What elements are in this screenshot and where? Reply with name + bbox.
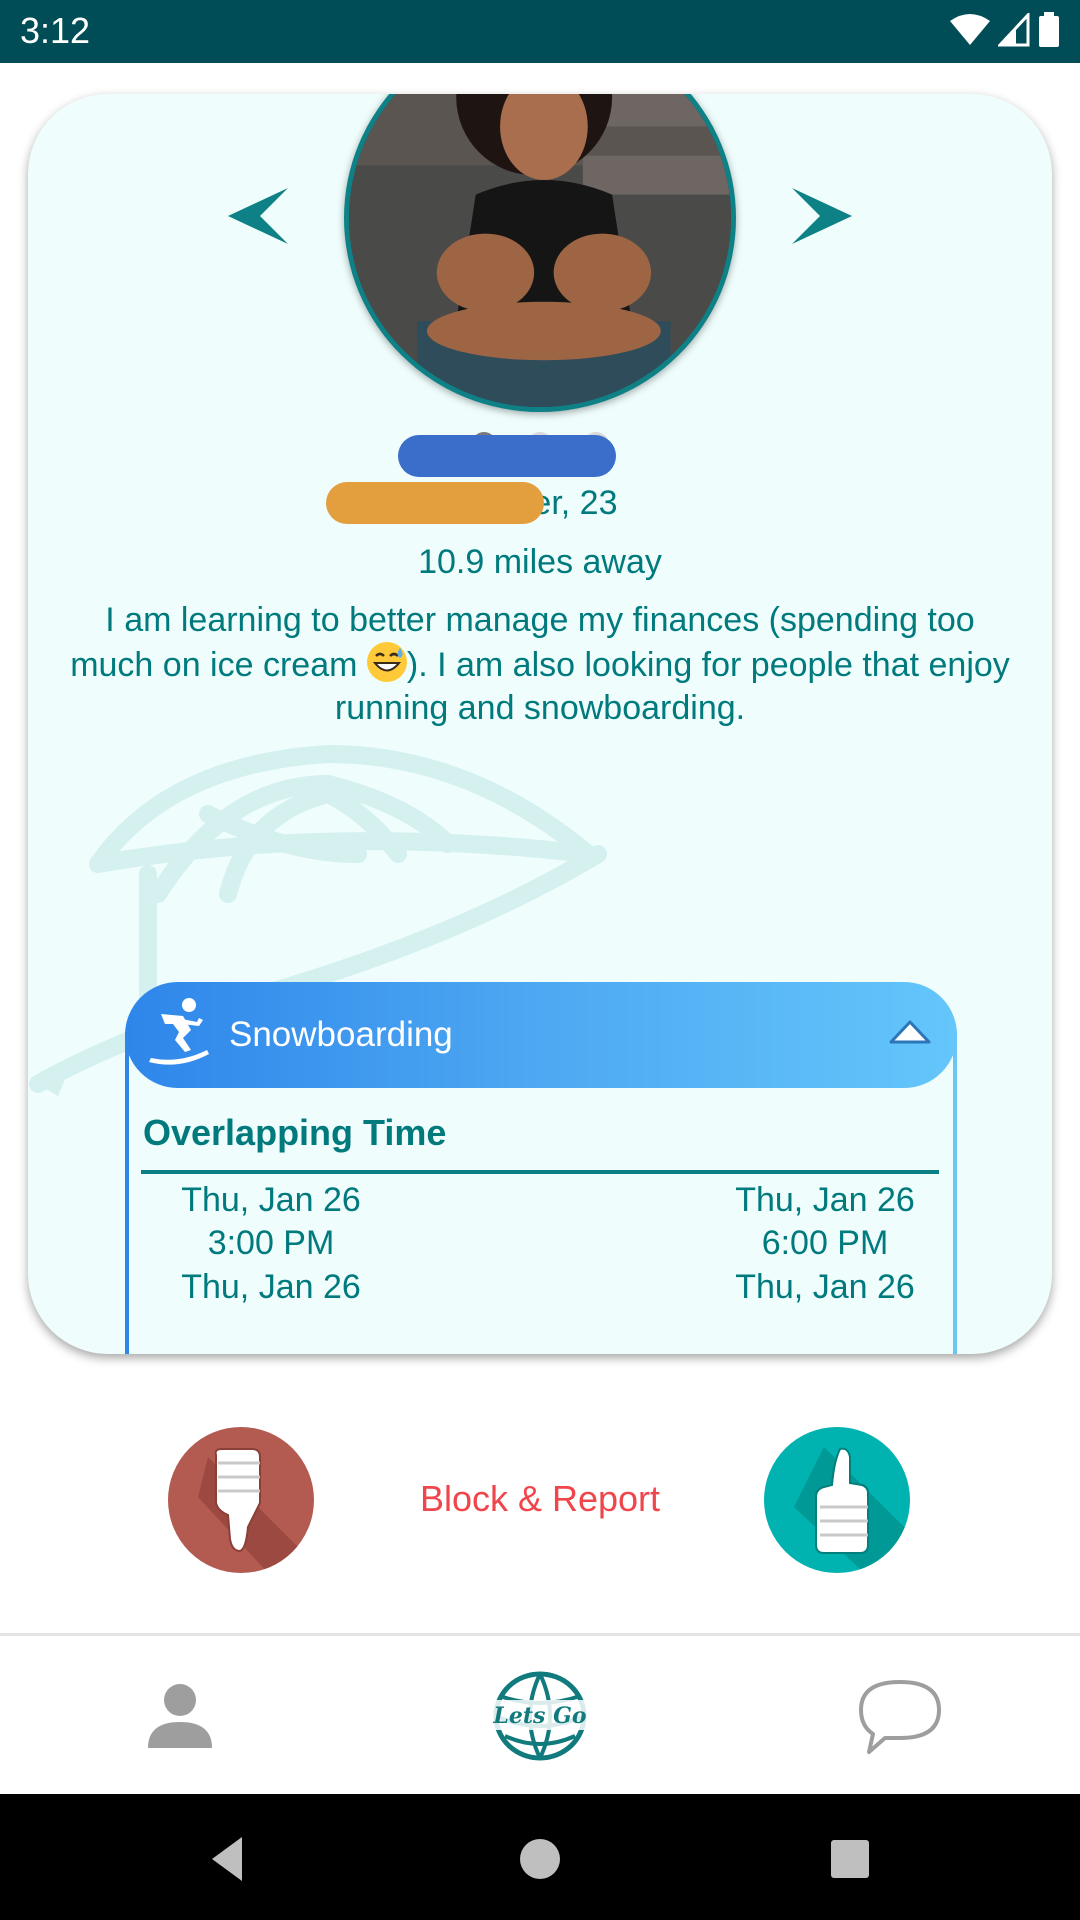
collapse-chevron-up-icon[interactable] bbox=[885, 1012, 935, 1052]
activity-panel: Snowboarding Overlapping Time Thu, Jan 2… bbox=[125, 982, 957, 1354]
time-row-1-start: Thu, Jan 26 3:00 PM bbox=[161, 1179, 381, 1265]
status-bar: 3:12 bbox=[0, 0, 1080, 63]
profile-photo-image bbox=[349, 94, 731, 407]
thumbs-up-icon bbox=[794, 1447, 910, 1573]
nav-chat[interactable] bbox=[845, 1666, 955, 1766]
overlap-divider bbox=[141, 1170, 939, 1174]
time-row-1-end: Thu, Jan 26 6:00 PM bbox=[715, 1179, 935, 1265]
start-date: Thu, Jan 26 bbox=[181, 1181, 361, 1219]
start-time: 3:00 PM bbox=[207, 1224, 335, 1262]
thumbs-down-icon bbox=[198, 1448, 314, 1573]
overlapping-time-heading: Overlapping Time bbox=[143, 1112, 447, 1153]
system-recents-icon[interactable] bbox=[820, 1829, 880, 1889]
nav-lets-go[interactable]: Lets Go bbox=[485, 1666, 595, 1766]
next-photo-arrow-icon[interactable] bbox=[790, 184, 854, 248]
previous-photo-arrow-icon[interactable] bbox=[226, 184, 290, 248]
status-time: 3:12 bbox=[20, 10, 91, 51]
nav-profile[interactable] bbox=[125, 1666, 235, 1766]
dislike-button[interactable] bbox=[168, 1427, 314, 1573]
like-button[interactable] bbox=[764, 1427, 910, 1573]
chat-bubble-icon bbox=[859, 1680, 941, 1754]
logo-text: Lets Go bbox=[492, 1703, 586, 1729]
time-row-2-start: Thu, Jan 26 bbox=[161, 1266, 381, 1309]
system-home-icon[interactable] bbox=[510, 1829, 570, 1889]
end-date: Thu, Jan 26 bbox=[735, 1181, 915, 1219]
status-icons bbox=[950, 12, 1060, 48]
block-report-button[interactable]: Block & Report bbox=[380, 1478, 700, 1520]
profile-distance: 10.9 miles away bbox=[418, 543, 662, 581]
profile-bio: I am learning to better manage my financ… bbox=[68, 599, 1012, 730]
start-date: Thu, Jan 26 bbox=[181, 1268, 361, 1306]
lets-go-logo-icon: Lets Go bbox=[492, 1671, 587, 1761]
activity-title: Snowboarding bbox=[229, 1015, 453, 1054]
activity-header[interactable]: Snowboarding bbox=[125, 982, 957, 1088]
wifi-icon bbox=[950, 14, 990, 45]
time-bar-user bbox=[398, 435, 616, 477]
profile-icon bbox=[148, 1684, 212, 1748]
time-row-2-end: Thu, Jan 26 bbox=[715, 1266, 935, 1309]
end-date: Thu, Jan 26 bbox=[735, 1268, 915, 1306]
system-navigation-bar bbox=[0, 1794, 1080, 1920]
bio-text-part-2: ). I am also looking for people that enj… bbox=[334, 646, 1010, 727]
time-bar-match bbox=[326, 482, 544, 524]
grinning-sweat-emoji-icon bbox=[366, 642, 407, 682]
battery-icon bbox=[1039, 12, 1059, 47]
bottom-navigation: Lets Go bbox=[0, 1633, 1080, 1793]
signal-icon bbox=[998, 13, 1030, 47]
end-time: 6:00 PM bbox=[761, 1224, 889, 1262]
system-back-icon[interactable] bbox=[198, 1829, 258, 1889]
profile-photo[interactable] bbox=[344, 94, 736, 412]
snowboarder-icon bbox=[149, 998, 209, 1065]
profile-card: Amber, 23 10.9 miles away I am learning … bbox=[28, 94, 1052, 1354]
